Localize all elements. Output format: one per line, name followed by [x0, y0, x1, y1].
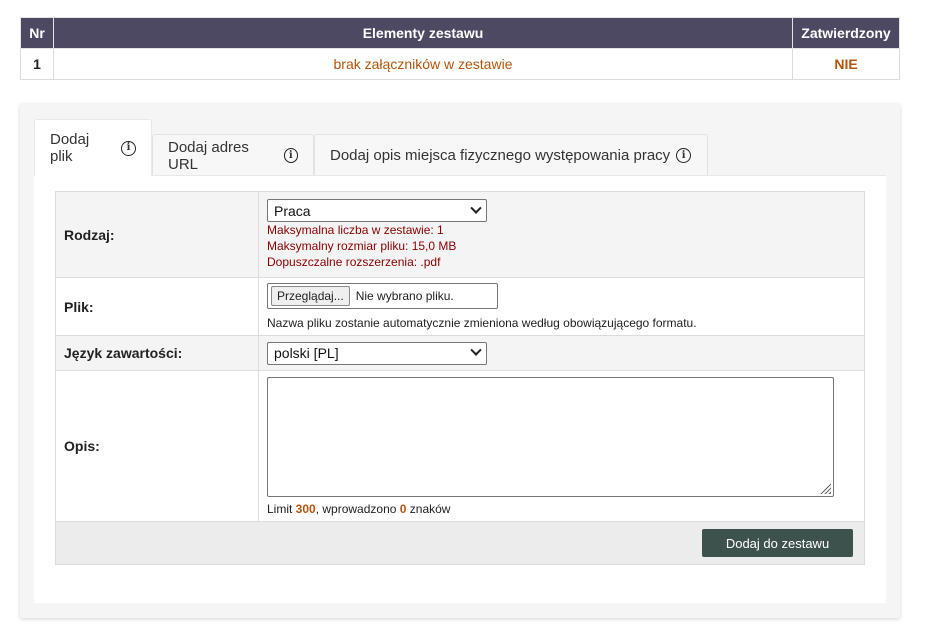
file-status: Nie wybrano pliku.	[355, 289, 454, 303]
row-approved: NIE	[792, 48, 900, 80]
limit-value: 300	[295, 501, 316, 516]
max-size-note: Maksymalny rozmiar pliku: 15,0 MB	[267, 239, 457, 253]
add-to-set-button[interactable]: Dodaj do zestawu	[702, 529, 853, 557]
set-elements-table: Nr Elementy zestawu Zatwierdzony 1 brak …	[20, 17, 900, 80]
tab-content: Rodzaj: Praca Maksymalna liczba w zestaw…	[34, 175, 886, 603]
file-cell: Przeglądaj... Nie wybrano pliku. Nazwa p…	[258, 277, 865, 336]
tab-label: Dodaj adres URL	[168, 138, 249, 173]
file-rename-hint: Nazwa pliku zostanie automatycznie zmien…	[267, 316, 697, 330]
language-select[interactable]: polski [PL]	[267, 341, 487, 365]
form-row-actions: Dodaj do zestawu	[55, 521, 865, 565]
tab-add-url[interactable]: Dodaj adres URL i	[152, 134, 314, 176]
form-row-type: Rodzaj: Praca Maksymalna liczba w zestaw…	[55, 191, 865, 278]
file-label: Plik:	[55, 277, 259, 336]
info-icon[interactable]: i	[121, 140, 136, 156]
tab-label: Dodaj opis miejsca fizycznego występowan…	[330, 147, 671, 164]
tab-add-physical-location[interactable]: Dodaj opis miejsca fizycznego występowan…	[314, 134, 708, 176]
tab-label: Dodaj plik	[50, 131, 90, 165]
type-select-value: Praca	[274, 202, 311, 219]
tab-add-file[interactable]: Dodaj plik i	[34, 119, 152, 176]
set-table-header-row: Nr Elementy zestawu Zatwierdzony	[20, 17, 900, 49]
table-row: 1 brak załączników w zestawie NIE	[20, 48, 900, 80]
row-element: brak załączników w zestawie	[53, 48, 793, 80]
chevron-down-icon	[470, 344, 482, 356]
header-approved: Zatwierdzony	[792, 17, 900, 49]
header-nr: Nr	[20, 17, 54, 49]
add-file-form: Rodzaj: Praca Maksymalna liczba w zestaw…	[55, 191, 865, 565]
resize-handle-icon[interactable]	[819, 481, 831, 494]
file-input[interactable]: Przeglądaj... Nie wybrano pliku.	[267, 283, 498, 309]
form-row-file: Plik: Przeglądaj... Nie wybrano pliku. N…	[55, 277, 865, 336]
language-cell: polski [PL]	[258, 335, 865, 371]
language-label: Język zawartości:	[55, 335, 259, 371]
actions-cell: Dodaj do zestawu	[55, 521, 865, 565]
form-row-description: Opis: Limit 300, wprowadzono 0 znaków	[55, 370, 865, 522]
info-icon[interactable]: i	[676, 148, 692, 163]
chevron-down-icon	[470, 202, 482, 214]
extensions-note: Dopuszczalne rozszerzenia: .pdf	[267, 255, 441, 269]
max-count-note: Maksymalna liczba w zestawie: 1	[267, 223, 444, 237]
header-elements: Elementy zestawu	[53, 17, 793, 49]
type-select[interactable]: Praca	[267, 199, 487, 222]
description-label: Opis:	[55, 370, 259, 522]
type-label: Rodzaj:	[55, 191, 259, 278]
form-row-language: Język zawartości: polski [PL]	[55, 335, 865, 371]
row-nr: 1	[20, 48, 54, 80]
character-limit: Limit 300, wprowadzono 0 znaków	[267, 501, 451, 516]
browse-button[interactable]: Przeglądaj...	[271, 286, 350, 306]
language-select-value: polski [PL]	[274, 345, 339, 361]
description-textarea[interactable]	[267, 376, 834, 497]
type-cell: Praca Maksymalna liczba w zestawie: 1 Ma…	[258, 191, 865, 278]
info-icon[interactable]: i	[283, 148, 298, 163]
description-cell: Limit 300, wprowadzono 0 znaków	[258, 370, 865, 522]
add-attachment-panel: Dodaj adres URL i Dodaj opis miejsca fiz…	[20, 104, 900, 618]
